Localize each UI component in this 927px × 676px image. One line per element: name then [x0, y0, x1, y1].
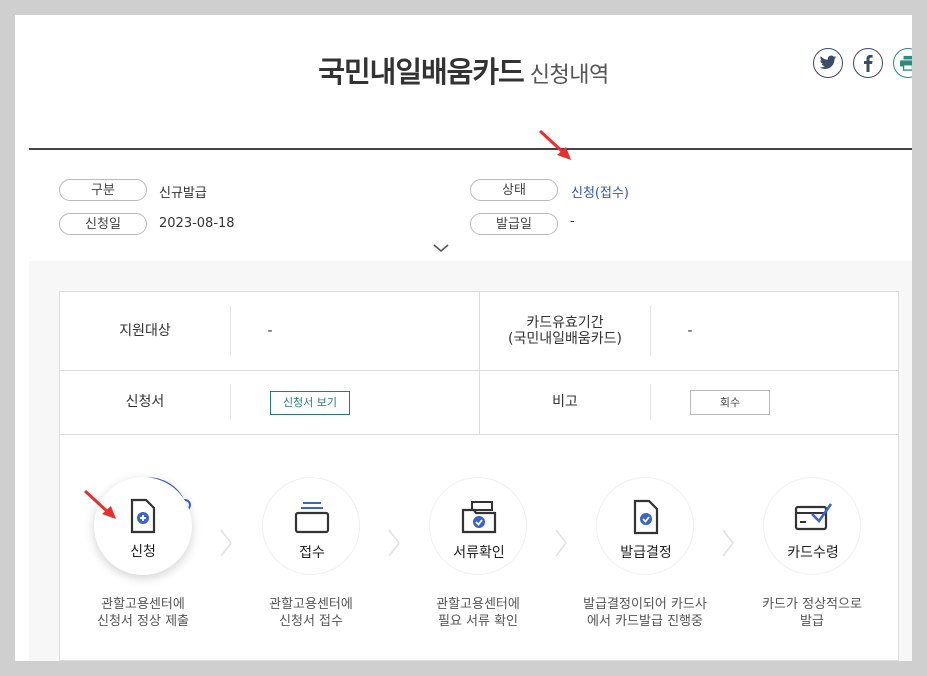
status-value: 신청(접수) [571, 186, 629, 201]
twitter-icon [819, 55, 837, 70]
step-receive: 접수 [262, 477, 360, 575]
apply-date-label: 신청일 [59, 213, 147, 235]
step-document-check: 서류확인 [429, 477, 527, 575]
cell-divider [650, 306, 651, 356]
step-label: 발급결정 [620, 545, 672, 561]
step-description: 관할고용센터에 신청서 접수 [269, 597, 353, 629]
share-buttons [813, 48, 912, 78]
issue-date-label: 발급일 [470, 213, 558, 235]
issue-date-value: - [570, 214, 575, 229]
validity-value: - [687, 323, 693, 339]
step-description: 카드가 정상적으로 발급 [762, 597, 862, 629]
cell-divider [230, 306, 231, 356]
step-label: 서류확인 [453, 545, 505, 561]
status-label: 상태 [470, 179, 558, 201]
category-label: 구분 [59, 179, 147, 201]
category-value: 신규발급 [159, 186, 207, 201]
document-plus-icon [130, 498, 156, 534]
application-label: 신청서 [125, 394, 165, 410]
cell-divider [650, 384, 651, 420]
inbox-tray-icon [294, 502, 330, 534]
annotation-arrow-icon [538, 129, 571, 160]
step-label: 카드수령 [787, 545, 839, 561]
step-issue-decision: 발급결정 [596, 477, 694, 575]
step-label: 접수 [299, 545, 325, 561]
page-frame: 국민내일배움카드 신청내역 구분 신규발급 상태 신청(접수) 신청일 2023… [15, 15, 912, 661]
card-check-icon [794, 503, 832, 531]
page-subtitle: 신청내역 [529, 63, 609, 88]
apply-date-value: 2023-08-18 [159, 216, 235, 231]
support-label: 지원대상 [119, 323, 171, 339]
chevron-right-icon [555, 529, 567, 557]
print-button[interactable] [893, 48, 912, 78]
withdraw-button[interactable]: 회수 [690, 390, 770, 415]
document-check-icon [633, 499, 659, 535]
facebook-button[interactable] [853, 48, 883, 78]
step-card-receipt: 카드수령 [763, 477, 861, 575]
step-label: 신청 [130, 544, 156, 560]
view-application-button[interactable]: 신청서 보기 [270, 391, 350, 415]
annotation-arrow-icon [83, 489, 116, 519]
remark-label: 비고 [552, 394, 578, 410]
print-icon [900, 55, 912, 71]
row-divider [60, 434, 898, 435]
support-value: - [267, 323, 273, 339]
chevron-right-icon [388, 529, 400, 557]
chevron-right-icon [220, 529, 232, 557]
twitter-button[interactable] [813, 48, 843, 78]
page-title: 국민내일배움카드 신청내역 [318, 55, 609, 89]
cell-divider [230, 384, 231, 420]
validity-label: 카드유효기간 (국민내일배움카드) [508, 315, 622, 347]
step-description: 발급결정이되어 카드사 에서 카드발급 진행중 [583, 597, 707, 629]
step-description: 관할고용센터에 필요 서류 확인 [436, 597, 520, 629]
facebook-icon [864, 54, 873, 72]
chevron-right-icon [722, 529, 734, 557]
folder-check-icon [461, 501, 497, 534]
title-divider [29, 148, 912, 150]
step-description: 관할고용센터에 신청서 정상 제출 [97, 597, 189, 629]
chevron-down-icon[interactable] [431, 242, 451, 254]
